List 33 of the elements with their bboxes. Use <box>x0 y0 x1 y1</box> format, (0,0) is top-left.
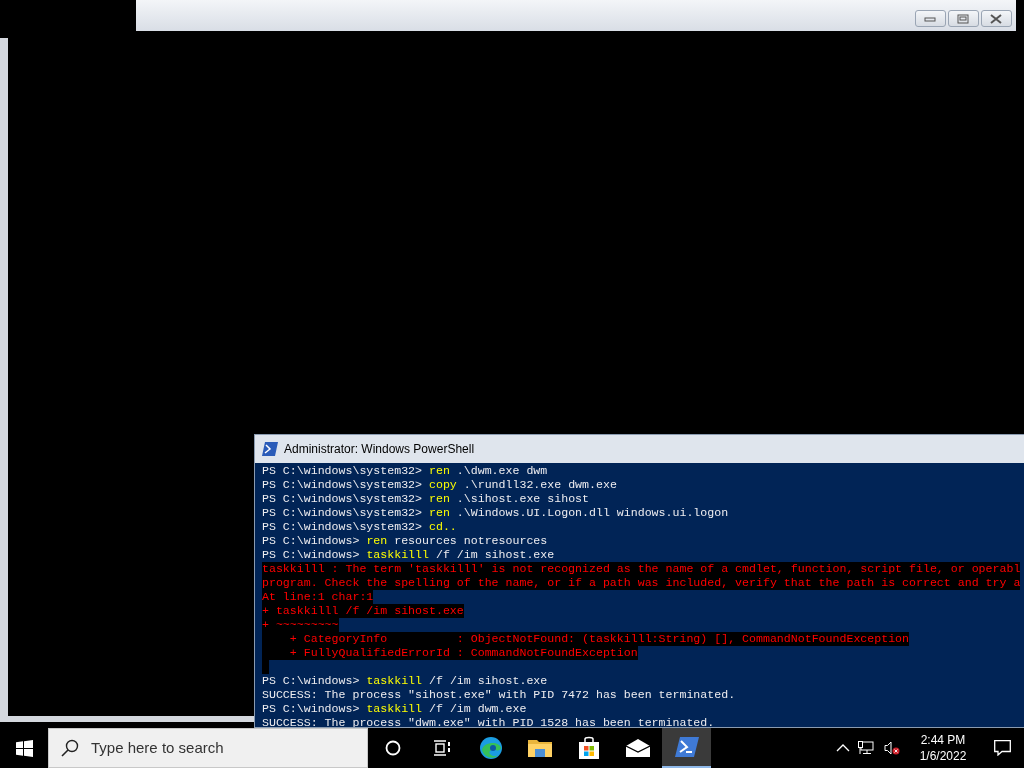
command-line: PS C:\windows\system32> ren .\sihost.exe sihost <box>262 492 589 506</box>
date-text: 1/6/2022 <box>919 748 967 764</box>
command-line: PS C:\windows\system32> ren .\Windows.UI.Logon.dll windows.ui.logon <box>262 506 729 520</box>
cortana-circle-icon <box>384 740 401 756</box>
command-line: PS C:\windows> ren resources notresources <box>262 534 548 548</box>
command-line: PS C:\windows> taskkill /f /im dwm.exe <box>262 702 527 716</box>
clock[interactable]: 2:44 PM 1/6/2022 <box>906 732 980 764</box>
shopping-bag-icon <box>577 736 600 760</box>
search-icon <box>61 739 79 757</box>
error-highlight-block <box>262 660 269 674</box>
network-icon[interactable] <box>858 741 874 755</box>
window-title: Administrator: Windows PowerShell <box>284 441 475 458</box>
taskbar-app-button[interactable] <box>662 728 711 768</box>
output-line: SUCCESS: The process "sihost.exe" with PID 7472 has been terminated. <box>262 688 736 702</box>
chevron-up-icon[interactable] <box>836 744 850 752</box>
powershell-icon <box>674 737 699 757</box>
time-text: 2:44 PM <box>920 732 966 748</box>
task-view-icon <box>432 740 451 756</box>
command-line: PS C:\windows\system32> copy .\rundll32.exe dwm.exe <box>262 478 617 492</box>
speech-bubble-icon <box>993 740 1011 756</box>
muted-volume-icon[interactable] <box>884 741 900 755</box>
envelope-icon <box>625 739 650 757</box>
command-line: PS C:\windows\system32> cd.. <box>262 520 457 534</box>
close-button[interactable] <box>981 10 1012 27</box>
powershell-icon <box>262 442 278 456</box>
folder-icon <box>527 738 552 758</box>
search-placeholder: Type here to search <box>91 737 224 758</box>
command-line: PS C:\windows> taskkilll /f /im sihost.exe <box>262 548 555 562</box>
search-field[interactable]: Type here to search <box>48 728 368 768</box>
windows-icon <box>15 739 33 757</box>
command-line: PS C:\windows\system32> ren .\dwm.exe dwm <box>262 464 548 478</box>
command-line: PS C:\windows> taskkill /f /im sihost.exe <box>262 674 548 688</box>
edge-browser-icon <box>478 736 503 760</box>
